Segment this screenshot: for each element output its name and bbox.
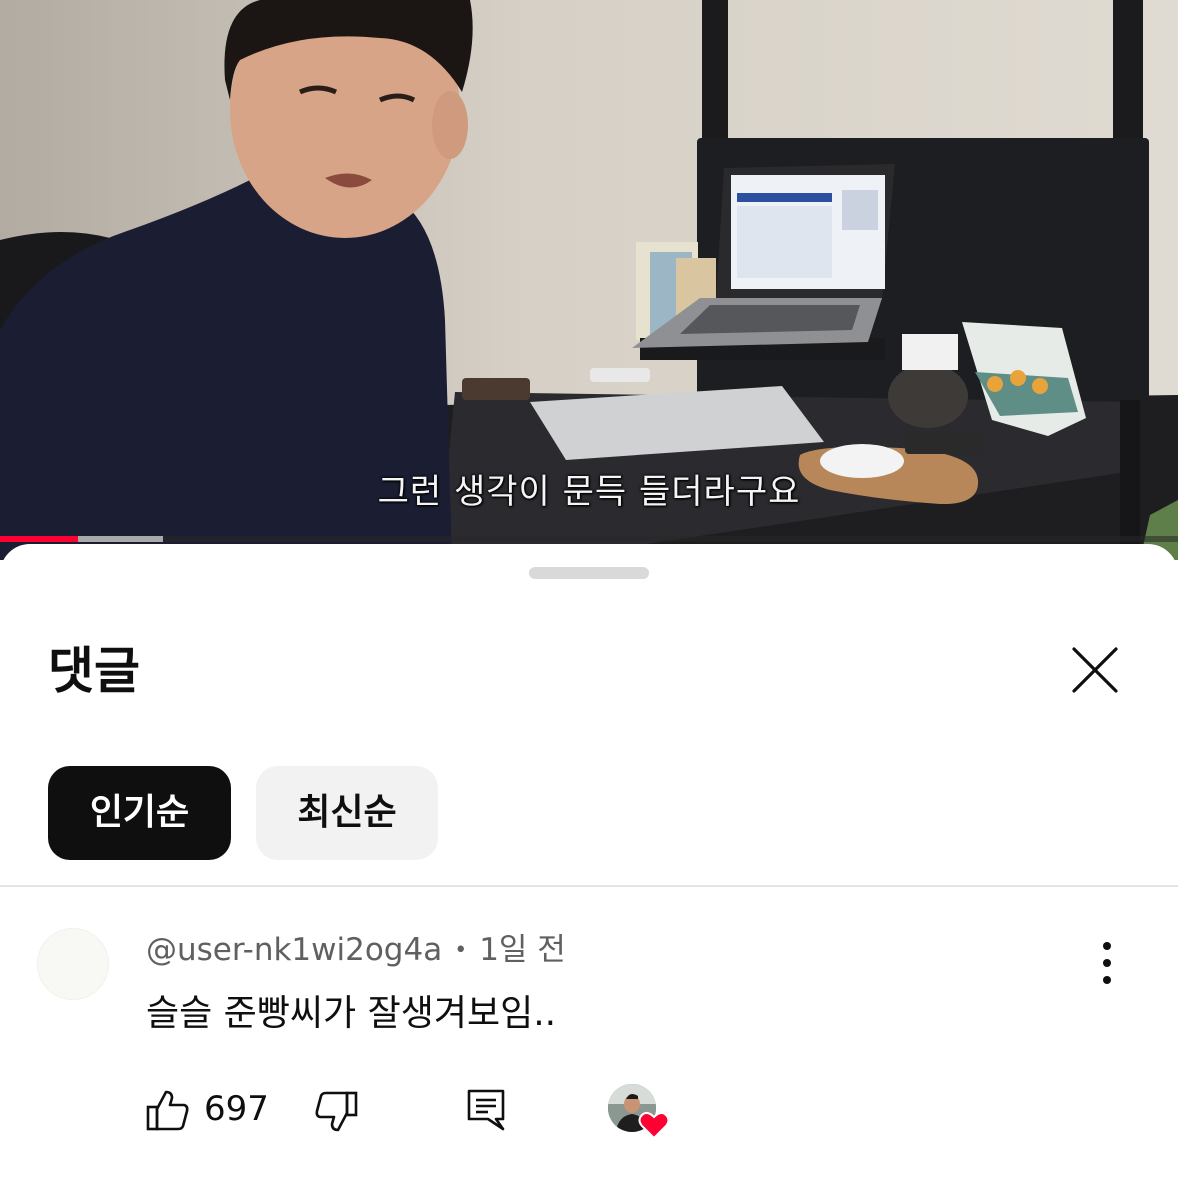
dislike-button[interactable]	[314, 1090, 358, 1134]
video-subtitle: 그런 생각이 문득 들더라구요	[377, 472, 801, 512]
drag-handle[interactable]	[529, 567, 649, 579]
charger	[590, 368, 650, 382]
close-button[interactable]	[1070, 645, 1120, 695]
meta-separator: •	[454, 938, 468, 963]
sheet-title: 댓글	[48, 642, 140, 700]
comments-sheet: 댓글 인기순 최신순 @user-nk1wi2og4a • 1일 전 슬슬 준빵씨가…	[0, 544, 1178, 1178]
creator-heart-badge[interactable]	[608, 1084, 670, 1142]
progress-played	[0, 536, 78, 542]
comment-meta: @user-nk1wi2og4a • 1일 전	[146, 928, 566, 973]
close-icon	[1072, 647, 1118, 693]
thumbs-down-icon	[315, 1091, 358, 1132]
microphone	[888, 364, 968, 428]
photo-frame	[902, 334, 958, 370]
calendar-dot	[1032, 378, 1048, 394]
divider	[0, 885, 1178, 887]
sort-chip-top[interactable]: 인기순	[48, 766, 231, 860]
more-vert-icon-dot	[1103, 976, 1111, 984]
comment-text: 슬슬 준빵씨가 잘생겨보임..	[146, 993, 557, 1034]
more-vert-icon	[1103, 942, 1111, 950]
more-vert-icon-dot	[1103, 959, 1111, 967]
sort-chip-newest[interactable]: 최신순	[256, 766, 438, 860]
thumbs-up-icon	[146, 1090, 189, 1131]
screen-banner	[737, 193, 832, 202]
reply-icon	[467, 1089, 505, 1131]
video-player[interactable]: 그런 생각이 문득 들더라구요	[0, 0, 1178, 560]
person-ear	[432, 91, 468, 159]
screen-content	[737, 206, 832, 278]
like-button[interactable]	[146, 1088, 190, 1132]
screen-sidebar	[842, 190, 878, 230]
heart-icon	[638, 1111, 670, 1140]
mic-recorder	[905, 432, 985, 454]
laptop-keys	[680, 305, 860, 334]
comment-menu-button[interactable]	[1092, 942, 1122, 984]
shelf-post-right	[1113, 0, 1143, 150]
calendar-dot	[1010, 370, 1026, 386]
comment-author[interactable]: @user-nk1wi2og4a	[146, 932, 442, 968]
comment-avatar[interactable]	[37, 928, 109, 1000]
reply-button[interactable]	[466, 1088, 506, 1132]
video-progress-bar[interactable]	[0, 536, 1178, 542]
calendar-dot	[987, 376, 1003, 392]
like-count: 697	[204, 1089, 269, 1129]
shelf-post-left	[702, 0, 728, 150]
comment-time: 1일 전	[479, 932, 566, 968]
hub	[462, 378, 530, 400]
